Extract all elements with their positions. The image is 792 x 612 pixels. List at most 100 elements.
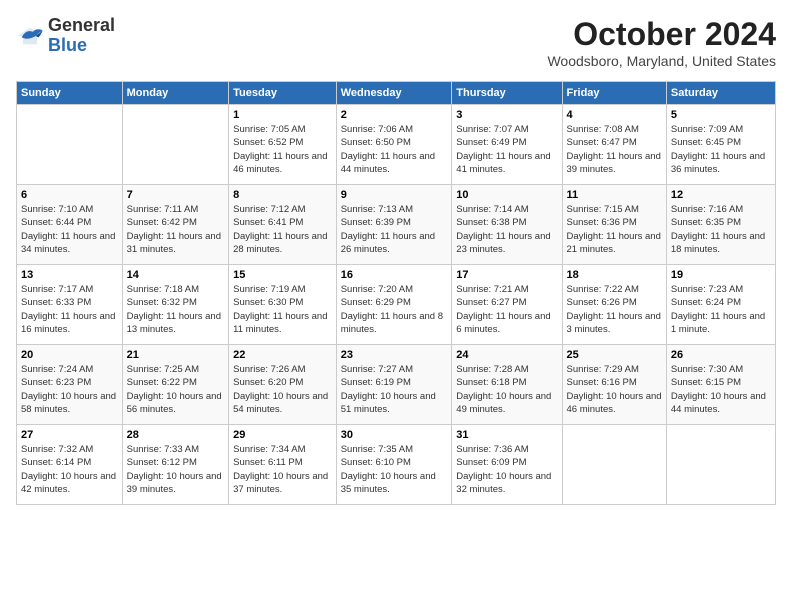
calendar-header-wednesday: Wednesday	[336, 82, 452, 105]
day-info: Sunrise: 7:25 AM Sunset: 6:22 PM Dayligh…	[127, 363, 225, 416]
day-info: Sunrise: 7:13 AM Sunset: 6:39 PM Dayligh…	[341, 203, 448, 256]
calendar-header-sunday: Sunday	[17, 82, 123, 105]
day-number: 7	[127, 189, 225, 201]
calendar-cell: 28 Sunrise: 7:33 AM Sunset: 6:12 PM Dayli…	[122, 425, 229, 505]
calendar-header-thursday: Thursday	[452, 82, 562, 105]
day-number: 21	[127, 349, 225, 361]
calendar-cell	[17, 105, 123, 185]
day-info: Sunrise: 7:34 AM Sunset: 6:11 PM Dayligh…	[233, 443, 332, 496]
calendar-cell	[122, 105, 229, 185]
day-number: 20	[21, 349, 118, 361]
day-info: Sunrise: 7:22 AM Sunset: 6:26 PM Dayligh…	[567, 283, 662, 336]
day-number: 17	[456, 269, 557, 281]
calendar-cell: 29 Sunrise: 7:34 AM Sunset: 6:11 PM Dayli…	[229, 425, 337, 505]
day-number: 10	[456, 189, 557, 201]
calendar-week-1: 1 Sunrise: 7:05 AM Sunset: 6:52 PM Daylig…	[17, 105, 776, 185]
calendar-cell: 8Sunrise: 7:12 AM Sunset: 6:41 PM Daylig…	[229, 185, 337, 265]
calendar-week-2: 6 Sunrise: 7:10 AM Sunset: 6:44 PM Daylig…	[17, 185, 776, 265]
day-info: Sunrise: 7:35 AM Sunset: 6:10 PM Dayligh…	[341, 443, 448, 496]
day-info: Sunrise: 7:17 AM Sunset: 6:33 PM Dayligh…	[21, 283, 118, 336]
calendar-cell: 26 Sunrise: 7:30 AM Sunset: 6:15 PM Dayli…	[666, 345, 775, 425]
day-info: Sunrise: 7:12 AM Sunset: 6:41 PM Dayligh…	[233, 203, 332, 256]
calendar-header-row: SundayMondayTuesdayWednesdayThursdayFrid…	[17, 82, 776, 105]
day-number: 26	[671, 349, 771, 361]
calendar-cell: 3Sunrise: 7:07 AM Sunset: 6:49 PM Daylig…	[452, 105, 562, 185]
calendar-cell: 22Sunrise: 7:26 AM Sunset: 6:20 PM Dayli…	[229, 345, 337, 425]
day-info: Sunrise: 7:08 AM Sunset: 6:47 PM Dayligh…	[567, 123, 662, 176]
day-info: Sunrise: 7:11 AM Sunset: 6:42 PM Dayligh…	[127, 203, 225, 256]
calendar-cell: 7 Sunrise: 7:11 AM Sunset: 6:42 PM Daylig…	[122, 185, 229, 265]
day-number: 23	[341, 349, 448, 361]
day-info: Sunrise: 7:33 AM Sunset: 6:12 PM Dayligh…	[127, 443, 225, 496]
day-info: Sunrise: 7:27 AM Sunset: 6:19 PM Dayligh…	[341, 363, 448, 416]
calendar-cell: 12Sunrise: 7:16 AM Sunset: 6:35 PM Dayli…	[666, 185, 775, 265]
day-info: Sunrise: 7:32 AM Sunset: 6:14 PM Dayligh…	[21, 443, 118, 496]
calendar-cell: 20 Sunrise: 7:24 AM Sunset: 6:23 PM Dayli…	[17, 345, 123, 425]
day-info: Sunrise: 7:09 AM Sunset: 6:45 PM Dayligh…	[671, 123, 771, 176]
logo-bird-icon	[16, 22, 44, 50]
day-info: Sunrise: 7:26 AM Sunset: 6:20 PM Dayligh…	[233, 363, 332, 416]
day-number: 15	[233, 269, 332, 281]
calendar-cell: 31 Sunrise: 7:36 AM Sunset: 6:09 PM Dayli…	[452, 425, 562, 505]
calendar-cell: 24Sunrise: 7:28 AM Sunset: 6:18 PM Dayli…	[452, 345, 562, 425]
calendar-week-3: 13 Sunrise: 7:17 AM Sunset: 6:33 PM Dayli…	[17, 265, 776, 345]
day-number: 11	[567, 189, 662, 201]
calendar-cell: 16Sunrise: 7:20 AM Sunset: 6:29 PM Dayli…	[336, 265, 452, 345]
calendar-cell: 5 Sunrise: 7:09 AM Sunset: 6:45 PM Daylig…	[666, 105, 775, 185]
day-number: 2	[341, 109, 448, 121]
day-number: 31	[456, 429, 557, 441]
day-info: Sunrise: 7:14 AM Sunset: 6:38 PM Dayligh…	[456, 203, 557, 256]
calendar-cell: 17 Sunrise: 7:21 AM Sunset: 6:27 PM Dayli…	[452, 265, 562, 345]
calendar-header-friday: Friday	[562, 82, 666, 105]
month-title: October 2024	[547, 16, 776, 53]
day-number: 5	[671, 109, 771, 121]
day-number: 1	[233, 109, 332, 121]
calendar-cell: 15 Sunrise: 7:19 AM Sunset: 6:30 PM Dayli…	[229, 265, 337, 345]
day-info: Sunrise: 7:06 AM Sunset: 6:50 PM Dayligh…	[341, 123, 448, 176]
calendar-cell	[562, 425, 666, 505]
day-number: 6	[21, 189, 118, 201]
day-number: 18	[567, 269, 662, 281]
calendar-cell: 14 Sunrise: 7:18 AM Sunset: 6:32 PM Dayli…	[122, 265, 229, 345]
calendar-table: SundayMondayTuesdayWednesdayThursdayFrid…	[16, 81, 776, 505]
day-number: 3	[456, 109, 557, 121]
calendar-header-tuesday: Tuesday	[229, 82, 337, 105]
day-number: 30	[341, 429, 448, 441]
calendar-cell: 30 Sunrise: 7:35 AM Sunset: 6:10 PM Dayli…	[336, 425, 452, 505]
calendar-cell: 19Sunrise: 7:23 AM Sunset: 6:24 PM Dayli…	[666, 265, 775, 345]
calendar-header-saturday: Saturday	[666, 82, 775, 105]
day-info: Sunrise: 7:19 AM Sunset: 6:30 PM Dayligh…	[233, 283, 332, 336]
day-info: Sunrise: 7:20 AM Sunset: 6:29 PM Dayligh…	[341, 283, 448, 336]
day-info: Sunrise: 7:30 AM Sunset: 6:15 PM Dayligh…	[671, 363, 771, 416]
day-number: 14	[127, 269, 225, 281]
calendar-cell: 9Sunrise: 7:13 AM Sunset: 6:39 PM Daylig…	[336, 185, 452, 265]
day-info: Sunrise: 7:29 AM Sunset: 6:16 PM Dayligh…	[567, 363, 662, 416]
day-number: 29	[233, 429, 332, 441]
day-info: Sunrise: 7:15 AM Sunset: 6:36 PM Dayligh…	[567, 203, 662, 256]
day-info: Sunrise: 7:36 AM Sunset: 6:09 PM Dayligh…	[456, 443, 557, 496]
calendar-cell	[666, 425, 775, 505]
location: Woodsboro, Maryland, United States	[547, 53, 776, 69]
day-info: Sunrise: 7:18 AM Sunset: 6:32 PM Dayligh…	[127, 283, 225, 336]
logo-general: General	[48, 15, 115, 35]
day-info: Sunrise: 7:28 AM Sunset: 6:18 PM Dayligh…	[456, 363, 557, 416]
calendar-cell: 18 Sunrise: 7:22 AM Sunset: 6:26 PM Dayli…	[562, 265, 666, 345]
logo: General Blue	[16, 16, 115, 56]
day-info: Sunrise: 7:05 AM Sunset: 6:52 PM Dayligh…	[233, 123, 332, 176]
title-block: October 2024 Woodsboro, Maryland, United…	[547, 16, 776, 69]
calendar-cell: 23 Sunrise: 7:27 AM Sunset: 6:19 PM Dayli…	[336, 345, 452, 425]
calendar-week-4: 20 Sunrise: 7:24 AM Sunset: 6:23 PM Dayli…	[17, 345, 776, 425]
calendar-cell: 4Sunrise: 7:08 AM Sunset: 6:47 PM Daylig…	[562, 105, 666, 185]
day-number: 19	[671, 269, 771, 281]
logo-blue: Blue	[48, 35, 87, 55]
day-number: 13	[21, 269, 118, 281]
calendar-cell: 1 Sunrise: 7:05 AM Sunset: 6:52 PM Daylig…	[229, 105, 337, 185]
day-number: 28	[127, 429, 225, 441]
day-info: Sunrise: 7:24 AM Sunset: 6:23 PM Dayligh…	[21, 363, 118, 416]
day-number: 25	[567, 349, 662, 361]
calendar-cell: 27Sunrise: 7:32 AM Sunset: 6:14 PM Dayli…	[17, 425, 123, 505]
day-info: Sunrise: 7:16 AM Sunset: 6:35 PM Dayligh…	[671, 203, 771, 256]
calendar-cell: 10 Sunrise: 7:14 AM Sunset: 6:38 PM Dayli…	[452, 185, 562, 265]
day-info: Sunrise: 7:10 AM Sunset: 6:44 PM Dayligh…	[21, 203, 118, 256]
day-info: Sunrise: 7:21 AM Sunset: 6:27 PM Dayligh…	[456, 283, 557, 336]
